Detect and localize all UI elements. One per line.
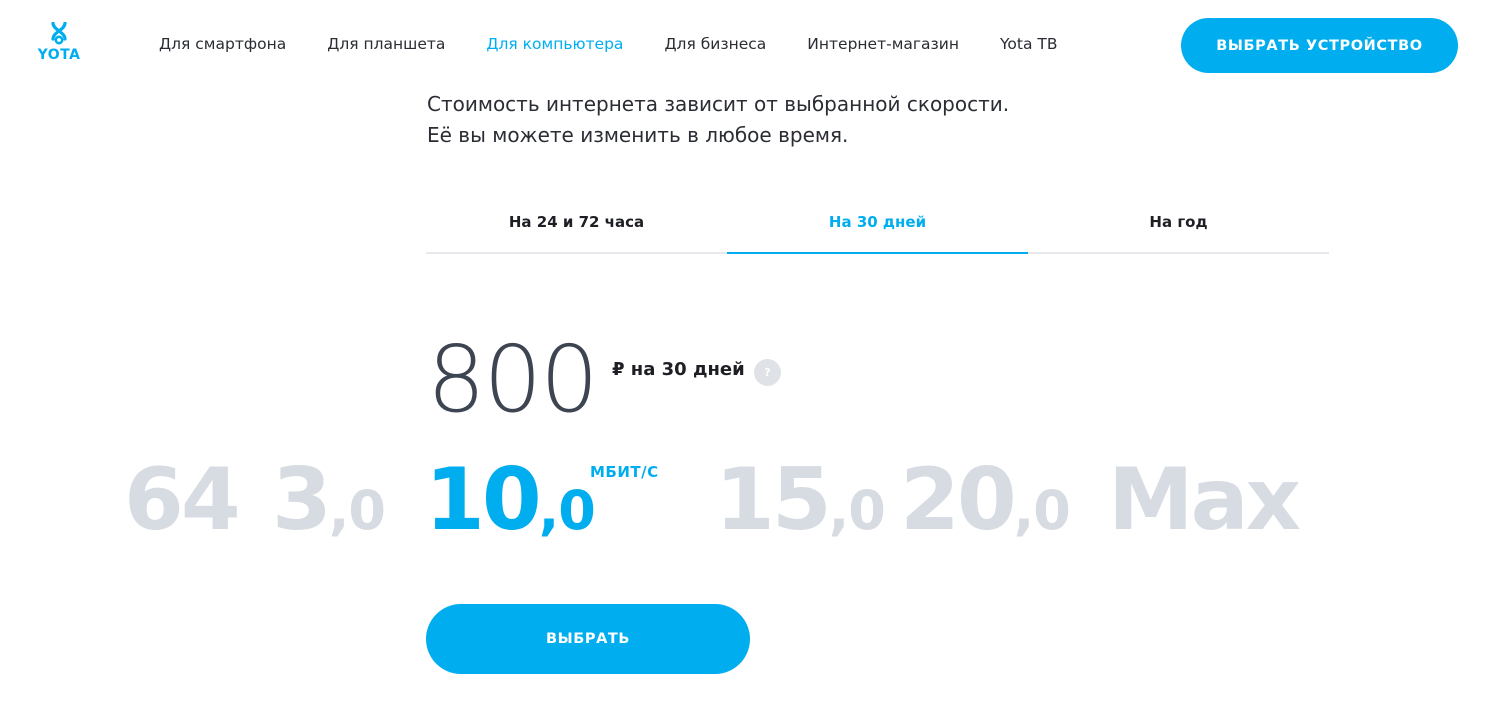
nav-item-yota-tv[interactable]: Yota ТВ [1000, 35, 1058, 53]
speed-option-15[interactable]: 15,0 [715, 440, 886, 560]
tab-24-72-hours[interactable]: На 24 и 72 часа [426, 200, 727, 252]
question-icon[interactable]: ? [754, 359, 781, 386]
speed-slider: 64 3,0 10,0 15,0 20,0 Max [0, 440, 1500, 560]
period-tabs: На 24 и 72 часа На 30 дней На год [426, 200, 1329, 254]
choose-device-button[interactable]: ВЫБРАТЬ УСТРОЙСТВО [1181, 18, 1458, 73]
speed-decimal: ,0 [828, 479, 886, 542]
yota-logo[interactable]: YOTA [36, 22, 82, 63]
pricing-description: Стоимость интернета зависит от выбранной… [427, 89, 1009, 151]
page: YOTA Для смартфона Для планшета Для комп… [0, 0, 1500, 705]
speed-option-20[interactable]: 20,0 [900, 440, 1071, 560]
speed-value: 64 [124, 450, 241, 550]
description-line-1: Стоимость интернета зависит от выбранной… [427, 92, 1010, 116]
nav-item-tablet[interactable]: Для планшета [327, 35, 445, 53]
speed-option-3[interactable]: 3,0 [272, 440, 386, 560]
logo-text: YOTA [37, 47, 81, 63]
speed-option-max[interactable]: Max [1108, 440, 1301, 560]
speed-decimal: ,0 [1013, 479, 1071, 542]
nav-item-computer[interactable]: Для компьютера [486, 35, 623, 53]
speed-value: 15 [715, 450, 832, 550]
speed-unit-label: МБИТ/С [590, 463, 659, 481]
speed-value: 10 [425, 450, 542, 550]
yota-logo-icon [51, 22, 67, 45]
description-line-2: Её вы можете изменить в любое время. [427, 123, 849, 147]
nav-item-business[interactable]: Для бизнеса [664, 35, 766, 53]
tab-year[interactable]: На год [1028, 200, 1329, 252]
speed-option-64[interactable]: 64 [124, 440, 241, 560]
speed-decimal: ,0 [328, 479, 386, 542]
nav-item-smartphone[interactable]: Для смартфона [159, 35, 286, 53]
speed-option-10[interactable]: 10,0 [425, 440, 596, 560]
speed-value: Max [1108, 450, 1301, 550]
main-nav: Для смартфона Для планшета Для компьютер… [159, 35, 1099, 53]
price-amount: 800 [427, 326, 599, 433]
nav-item-shop[interactable]: Интернет-магазин [807, 35, 959, 53]
select-button[interactable]: ВЫБРАТЬ [426, 604, 750, 674]
tab-30-days[interactable]: На 30 дней [727, 200, 1028, 254]
speed-decimal: ,0 [538, 479, 596, 542]
speed-value: 20 [900, 450, 1017, 550]
speed-value: 3 [272, 450, 332, 550]
price-period: ₽ на 30 дней [612, 359, 745, 380]
